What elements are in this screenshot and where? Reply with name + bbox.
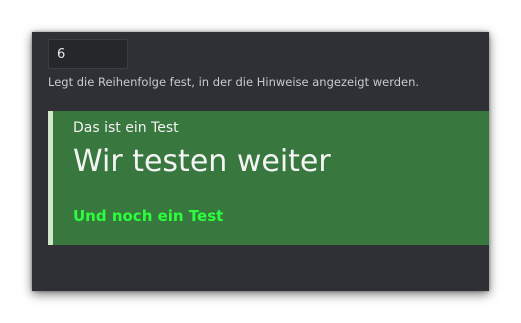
- order-number-input[interactable]: [48, 39, 128, 69]
- settings-panel: Legt die Reihenfolge fest, in der die Hi…: [32, 32, 489, 291]
- notice-text-small: Das ist ein Test: [73, 120, 179, 136]
- notice-heading: Wir testen weiter: [73, 144, 331, 179]
- notice-preview-box: Das ist ein Test Wir testen weiter Und n…: [48, 111, 489, 245]
- notice-text-green: Und noch ein Test: [73, 207, 224, 225]
- order-help-text: Legt die Reihenfolge fest, in der die Hi…: [48, 75, 420, 89]
